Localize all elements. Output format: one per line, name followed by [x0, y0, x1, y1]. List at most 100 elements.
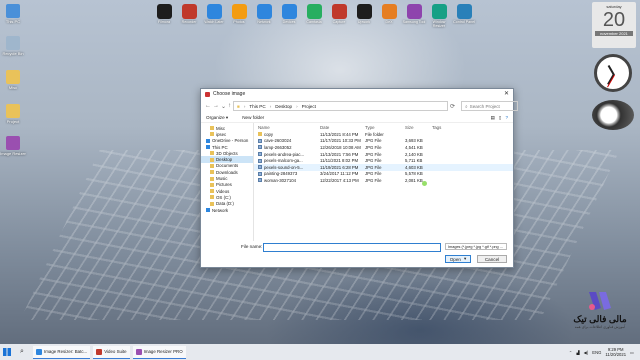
desktop-icon-glyph [356, 4, 372, 19]
chevron-down-icon[interactable]: ▾ [464, 256, 466, 262]
file-row[interactable]: pexels-malcom-ga... 11/11/2021 8:02 PM JPG… [254, 157, 513, 164]
file-type: JPG File [365, 177, 382, 183]
image-file-icon [258, 145, 262, 150]
desktop-icon[interactable]: Network [252, 4, 276, 24]
breadcrumb-this-pc[interactable]: This PC [249, 104, 265, 109]
desktop-icon-glyph [6, 136, 20, 150]
calendar-gadget[interactable]: saturday 20 november 2021 [592, 2, 636, 48]
desktop-icon-label: Image Resizer [0, 151, 26, 156]
language-indicator[interactable]: ENG [592, 350, 601, 355]
desktop-icon-label: Photos [233, 20, 245, 24]
desktop-icon-glyph [431, 4, 447, 19]
nav-item-label: Misc [216, 125, 226, 131]
file-type: JPG File [365, 164, 382, 170]
desktop-icon[interactable]: Photos [227, 4, 251, 24]
close-icon[interactable]: ✕ [504, 90, 509, 97]
column-header[interactable]: Tags [432, 125, 452, 130]
desktop-icon[interactable]: Window Resizer [427, 4, 451, 28]
folder-icon [206, 208, 210, 212]
file-row[interactable]: woman-3027104 12/22/2017 4:13 PM JPG File 2… [254, 177, 513, 184]
desktop-icon[interactable]: Capture [327, 4, 351, 24]
nav-item[interactable]: Network [201, 207, 253, 213]
column-header[interactable]: Size [405, 125, 432, 130]
desktop-icon[interactable]: This PC [0, 4, 26, 24]
search-icon[interactable]: ⌕ [14, 348, 30, 356]
desktop-icon[interactable]: Control Panel [452, 4, 476, 24]
desktop-icon[interactable]: Misc [0, 70, 26, 90]
taskbar-app-button[interactable]: Image Resizer: Batc... [33, 345, 91, 359]
desktop-icon[interactable]: Devices [277, 4, 301, 24]
desktop-icon[interactable]: Watch Later [202, 4, 226, 24]
desktop-icon-glyph [181, 4, 197, 19]
organize-menu[interactable]: Organize ▾ [206, 115, 228, 121]
folder-icon [210, 189, 214, 194]
search-input[interactable]: ⌕ Search Project [461, 101, 519, 111]
file-row[interactable]: cave-2603024 11/17/2021 10:33 PM JPG File 3… [254, 138, 513, 145]
desktop-icon-glyph [256, 4, 272, 19]
new-folder-button[interactable]: New folder [242, 115, 264, 120]
filetype-select[interactable]: Images (*.jpeg *.jpg *.gif *.png ... [445, 243, 507, 250]
file-row[interactable]: pexels-sound-on-5... 11/19/2021 6:28 PM JP… [254, 163, 513, 171]
desktop-icon[interactable]: Project [0, 104, 26, 124]
desktop-icon[interactable]: Filmora [152, 4, 176, 24]
column-header[interactable]: Name [258, 125, 320, 130]
volume-icon[interactable]: ◀) [584, 350, 589, 355]
cancel-button[interactable]: Cancel [477, 255, 507, 263]
taskbar-app-label: Image Resizer: Batc... [44, 349, 88, 354]
breadcrumb[interactable]: ■ › This PC › Desktop › Project [233, 101, 449, 111]
chevron-up-icon[interactable]: ⌃ [569, 350, 573, 355]
cpu-meter-gadget[interactable] [592, 100, 634, 130]
desktop-icon[interactable]: DeX [377, 4, 401, 24]
taskbar-app-button[interactable]: Image Resizer PRO [132, 345, 186, 359]
filename-input[interactable] [263, 243, 441, 252]
desktop-icon[interactable]: Recycle Bin [0, 36, 26, 56]
search-placeholder: Search Project [469, 103, 500, 109]
desktop-icon-label: Capture [332, 20, 346, 24]
desktop-icon[interactable]: Camtasia [302, 4, 326, 24]
desktop-icon[interactable]: Samsung Tool [402, 4, 426, 24]
chevron-down-icon[interactable]: ⌄ [221, 103, 226, 110]
brand-logo: مالی فالی تیک آموزش فناوری اطلاعات برای … [560, 290, 640, 342]
start-button[interactable] [0, 345, 14, 359]
desktop-icon[interactable]: Upwork [352, 4, 376, 24]
open-button[interactable]: Open ▾ [445, 255, 471, 263]
column-header[interactable]: Date [320, 125, 365, 130]
help-icon[interactable]: ? [505, 115, 508, 121]
app-icon [205, 91, 210, 97]
file-row[interactable]: copy 11/13/2021 8:44 PM File folder [254, 131, 513, 138]
file-name: pexels-andrea-piac... [264, 151, 305, 157]
forward-arrow-icon[interactable]: → [213, 103, 219, 109]
network-icon[interactable]: ▟ [576, 350, 579, 355]
file-row[interactable]: lamp-2663052 12/26/2018 10:08 AM JPG File 4… [254, 144, 513, 151]
file-size: 2,140 KB [405, 151, 423, 157]
breadcrumb-project[interactable]: Project [302, 104, 316, 109]
desktop-icon[interactable]: Recorder [177, 4, 201, 24]
desktop-icon[interactable]: Image Resizer [0, 136, 26, 156]
file-date: 11/19/2021 6:28 PM [320, 164, 359, 170]
preview-pane-icon[interactable]: ▯ [499, 115, 502, 121]
file-row[interactable]: pexels-andrea-piac... 11/13/2021 7:56 PM J… [254, 151, 513, 158]
taskbar-app-button[interactable]: Video Suite [93, 345, 130, 359]
folder-icon [210, 182, 214, 187]
clock-gadget[interactable] [594, 54, 632, 92]
back-arrow-icon[interactable]: ← [205, 103, 211, 109]
breadcrumb-desktop[interactable]: Desktop [275, 104, 292, 109]
windows-logo-icon [3, 348, 11, 356]
desktop-icon-label: Samsung Tool [402, 20, 426, 24]
file-row[interactable]: painting-2849373 3/24/2017 11:12 PM JPG Fi… [254, 171, 513, 178]
refresh-icon[interactable]: ⟳ [450, 103, 455, 110]
brand-tagline: آموزش فناوری اطلاعات برای همه [574, 325, 626, 329]
view-options-icon[interactable]: ▤ [491, 115, 495, 121]
desktop-icon-glyph [156, 4, 172, 19]
app-icon [135, 348, 142, 355]
taskbar-clock[interactable]: 9:29 PM 11/20/2021 [605, 347, 626, 357]
image-file-icon [258, 171, 262, 176]
column-header[interactable]: Type [365, 125, 405, 130]
folder-icon: ■ [237, 103, 240, 109]
dialog-titlebar[interactable]: Choose image ✕ [201, 89, 513, 99]
up-arrow-icon[interactable]: ↑ [228, 103, 231, 109]
notifications-icon[interactable]: ▭ [630, 350, 634, 355]
image-file-icon [258, 152, 262, 157]
taskbar-app-label: Image Resizer PRO [143, 349, 183, 354]
file-type: JPG File [365, 144, 382, 150]
